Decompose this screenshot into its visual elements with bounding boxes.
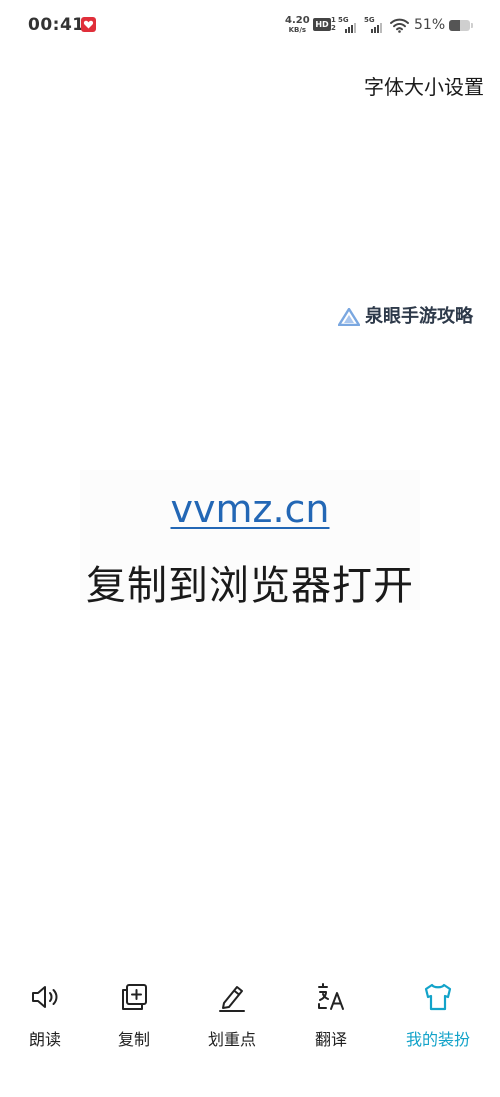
sim1-signal-icon: 5G [338, 16, 360, 34]
battery-tip [471, 23, 473, 28]
translate-label: 翻译 [314, 1030, 347, 1049]
speaker-icon [0, 980, 90, 1014]
heart-app-icon [81, 17, 96, 32]
hd-voice-icon: HD [313, 18, 331, 31]
hd-sim-index: 12 [331, 16, 336, 32]
battery-percent: 51% [414, 17, 446, 33]
sim2-signal-icon: 5G [364, 16, 386, 34]
network-speed-value: 4.20 [285, 15, 310, 26]
watermark-logo-icon [338, 308, 360, 326]
font-size-setting-button[interactable]: 字体大小设置 [364, 71, 484, 100]
open-in-browser-hint: 复制到浏览器打开 [86, 563, 414, 609]
read-aloud-label: 朗读 [28, 1030, 61, 1049]
copy-button[interactable]: 复制 [89, 968, 179, 1058]
battery-icon [449, 20, 470, 31]
highlight-label: 划重点 [207, 1030, 256, 1049]
copy-icon [89, 980, 179, 1014]
network-speed-unit: KB/s [288, 26, 307, 34]
network-speed: 4.20 KB/s [285, 15, 310, 35]
my-outfit-label: 我的装扮 [405, 1030, 470, 1049]
site-link[interactable]: vvmz.cn [0, 487, 500, 531]
highlight-button[interactable]: 划重点 [187, 968, 277, 1058]
wifi-icon [390, 18, 409, 37]
copy-label: 复制 [117, 1030, 150, 1049]
read-aloud-button[interactable]: 朗读 [0, 968, 90, 1058]
pen-icon [187, 980, 277, 1014]
translate-icon [286, 980, 376, 1014]
watermark-text: 泉眼手游攻略 [365, 306, 473, 327]
translate-button[interactable]: 翻译 [286, 968, 376, 1058]
battery-fill [449, 20, 460, 31]
status-time: 00:41 [28, 15, 85, 35]
tshirt-icon [393, 980, 483, 1014]
status-bar: 00:41 4.20 KB/s HD 12 5G 5G 51% [0, 0, 500, 52]
bottom-toolbar: 朗读 复制 划重点 翻译 我的装扮 [0, 968, 500, 1058]
my-outfit-button[interactable]: 我的装扮 [393, 968, 483, 1058]
